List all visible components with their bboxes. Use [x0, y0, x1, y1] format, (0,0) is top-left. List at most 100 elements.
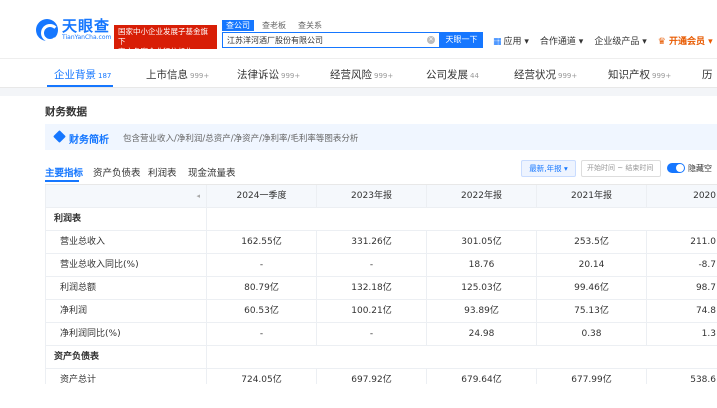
section-divider — [0, 88, 717, 96]
period-filter-dropdown[interactable]: 最新,年报 ▾ — [521, 160, 576, 177]
financial-summary-desc: 包含营业收入/净利润/总资产/净资产/净利率/毛利率等图表分析 — [123, 134, 359, 144]
nav-cooperation[interactable]: 合作通道 ▾ — [540, 34, 583, 47]
tab-history-label: 历 — [702, 69, 713, 81]
tab-background[interactable]: 企业背景 187 — [54, 67, 111, 82]
tab-operation[interactable]: 经营状况 999+ — [514, 67, 577, 82]
grid-icon: ▦ — [493, 37, 502, 47]
table-cell: 80.79亿 — [207, 277, 317, 299]
subtab-balance-sheet[interactable]: 资产负债表 — [93, 165, 141, 179]
table-cell: 18.76 — [427, 254, 537, 276]
hide-empty-toggle[interactable] — [667, 163, 685, 173]
financial-table: ◂ 2024一季度 2023年报 2022年报 2021年报 2020 利润表营… — [45, 184, 717, 384]
table-cell: 162.55亿 — [207, 231, 317, 253]
nav-apps[interactable]: ▦ 应用 ▾ — [493, 34, 529, 47]
table-cell: 93.89亿 — [427, 300, 537, 322]
table-cell: - — [207, 254, 317, 276]
group-label: 利润表 — [45, 208, 207, 230]
nav-enterprise-label: 企业级产品 — [594, 37, 640, 47]
table-cell: 125.03亿 — [427, 277, 537, 299]
tab-background-count: 187 — [98, 72, 112, 80]
tab-development[interactable]: 公司发展 44 — [426, 67, 479, 82]
tab-development-label: 公司发展 — [426, 69, 468, 81]
row-label: 利润总额 — [45, 277, 207, 299]
search-box: ✕ — [222, 32, 440, 48]
active-subtab-indicator — [45, 180, 79, 182]
tab-legal[interactable]: 法律诉讼 999+ — [237, 67, 300, 82]
hide-empty-label: 隐藏空 — [688, 164, 712, 173]
row-label: 净利润 — [45, 300, 207, 322]
nav-enterprise[interactable]: 企业级产品 ▾ — [594, 34, 646, 47]
table-cell: 331.26亿 — [317, 231, 427, 253]
gov-badge-line1: 国家中小企业发展子基金旗下 — [118, 27, 208, 46]
search-input[interactable] — [223, 33, 423, 47]
table-cell: 724.05亿 — [207, 369, 317, 384]
column-header: 2023年报 — [317, 185, 427, 207]
table-cell: 301.05亿 — [427, 231, 537, 253]
table-cell: 75.13亿 — [537, 300, 647, 322]
table-cell: - — [317, 254, 427, 276]
subtab-income-statement[interactable]: 利润表 — [148, 165, 177, 179]
table-cell: 100.21亿 — [317, 300, 427, 322]
tab-history[interactable]: 历 — [702, 67, 713, 82]
search-tab-relation[interactable]: 查关系 — [294, 20, 326, 31]
logo-text: 天眼查 TianYanCha.com — [62, 18, 111, 41]
table-cell: 132.18亿 — [317, 277, 427, 299]
table-cell: -8.7 — [647, 254, 717, 276]
nav-cooperation-label: 合作通道 — [539, 37, 576, 47]
tab-development-count: 44 — [470, 72, 479, 80]
table-cell: 24.98 — [427, 323, 537, 345]
row-label: 营业总收入 — [45, 231, 207, 253]
nav-vip[interactable]: ♛ 开通会员 ▾ — [658, 34, 713, 47]
table-row: 营业总收入同比(%) - -18.76 20.14 -8.7 — [45, 254, 717, 277]
logo-domain: TianYanCha.com — [62, 34, 112, 41]
page-bottom — [0, 384, 717, 408]
table-cell: 253.5亿 — [537, 231, 647, 253]
tab-listing-count: 999+ — [190, 72, 210, 80]
table-cell: 60.53亿 — [207, 300, 317, 322]
group-filler-cell — [207, 208, 717, 230]
group-filler-cell — [207, 346, 717, 368]
search-type-tabs: 查公司 查老板 查关系 — [222, 20, 330, 31]
logo-name: 天眼查 — [62, 17, 111, 35]
tab-risk[interactable]: 经营风险 999+ — [330, 67, 393, 82]
table-group-row: 利润表 — [45, 208, 717, 231]
table-cell: 679.64亿 — [427, 369, 537, 384]
active-tab-indicator — [47, 85, 113, 87]
top-nav: ▦ 应用 ▾ 合作通道 ▾ 企业级产品 ▾ ♛ 开通会员 ▾ — [493, 34, 717, 47]
group-label: 资产负债表 — [45, 346, 207, 368]
table-row: 营业总收入 162.55亿 331.26亿 301.05亿 253.5亿 211.0 — [45, 231, 717, 254]
subtab-cash-flow[interactable]: 现金流量表 — [188, 165, 236, 179]
financial-summary-bar[interactable]: 财务简析 包含营业收入/净利润/总资产/净资产/净利率/毛利率等图表分析 — [45, 124, 717, 150]
section-title: 财务数据 — [45, 106, 87, 118]
search-tab-boss[interactable]: 查老板 — [258, 20, 290, 31]
tab-risk-label: 经营风险 — [330, 69, 372, 81]
tab-ip[interactable]: 知识产权 999+ — [608, 67, 671, 82]
clear-icon[interactable]: ✕ — [427, 36, 435, 44]
row-label: 资产总计 — [45, 369, 207, 384]
table-cell: - — [207, 323, 317, 345]
table-collapse-cell[interactable]: ◂ — [45, 185, 207, 207]
tab-operation-label: 经营状况 — [514, 69, 556, 81]
tab-ip-label: 知识产权 — [608, 69, 650, 81]
tab-listing[interactable]: 上市信息 999+ — [146, 67, 209, 82]
company-tabs: 企业背景 187 上市信息 999+ 法律诉讼 999+ 经营风险 999+ 公司发展 4… — [0, 58, 717, 88]
table-cell: 697.92亿 — [317, 369, 427, 384]
table-row: 净利润 60.53亿 100.21亿 93.89亿 75.13亿 74.8 — [45, 300, 717, 323]
table-header-row: ◂ 2024一季度 2023年报 2022年报 2021年报 2020 — [45, 185, 717, 208]
table-cell: 74.8 — [647, 300, 717, 322]
site-logo[interactable]: 天眼查 TianYanCha.com — [36, 18, 111, 42]
table-cell: 1.3 — [647, 323, 717, 345]
table-row: 资产总计 724.05亿 697.92亿 679.64亿 677.99亿 538.6 — [45, 369, 717, 384]
nav-vip-label: 开通会员 — [668, 37, 705, 47]
search-button[interactable]: 天眼一下 — [440, 32, 483, 48]
table-cell: 99.46亿 — [537, 277, 647, 299]
search-tab-company[interactable]: 查公司 — [222, 20, 254, 31]
nav-apps-label: 应用 — [503, 37, 522, 47]
subtab-key-metrics[interactable]: 主要指标 — [45, 165, 83, 179]
logo-eye-icon — [36, 18, 59, 42]
date-range-picker[interactable]: 开始时间 ~ 结束时间 — [581, 160, 661, 177]
tab-ip-count: 999+ — [652, 72, 672, 80]
column-header: 2021年报 — [537, 185, 647, 207]
column-header: 2022年报 — [427, 185, 537, 207]
table-cell: 20.14 — [537, 254, 647, 276]
